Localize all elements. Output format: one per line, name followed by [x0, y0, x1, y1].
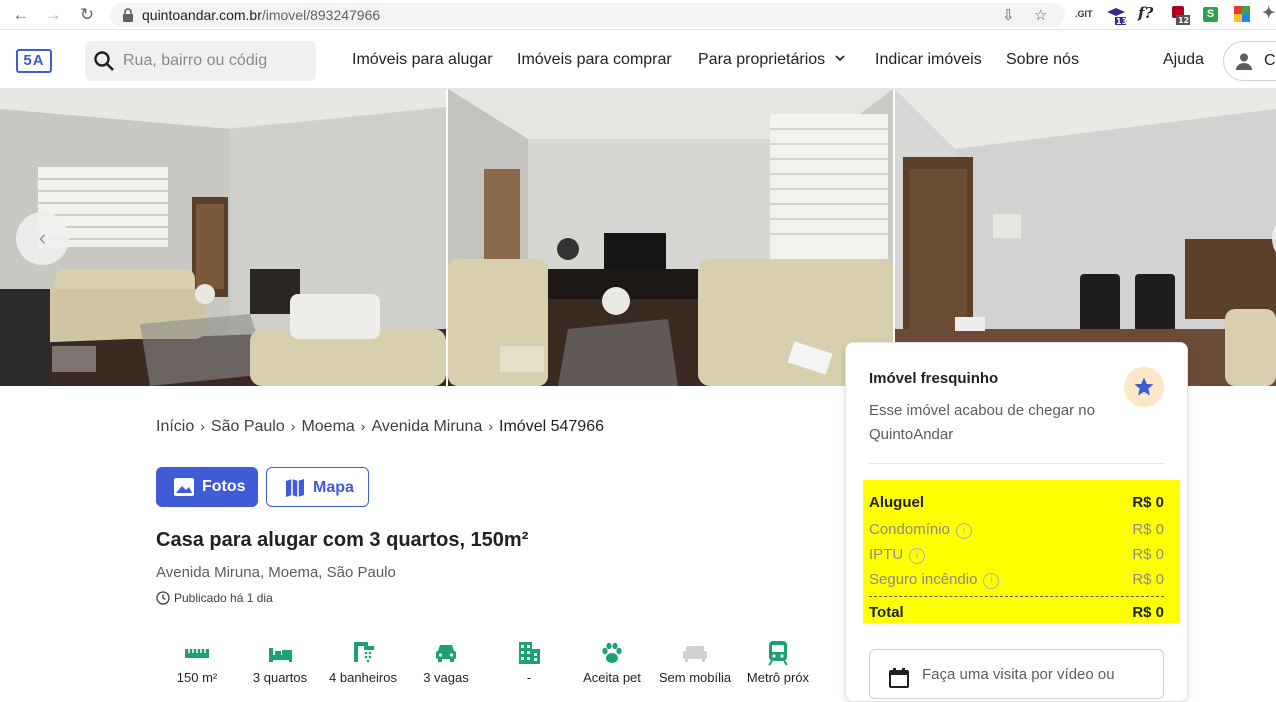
- feature-area: 150 m²: [155, 640, 239, 685]
- breadcrumb-sao-paulo[interactable]: São Paulo: [211, 418, 285, 436]
- git-extension-icon[interactable]: .GIT: [1075, 9, 1093, 19]
- metro-icon: [768, 641, 788, 666]
- feature-vagas: 3 vagas: [404, 640, 488, 685]
- feature-metro: Metrô próx: [736, 640, 820, 685]
- user-icon: [1236, 53, 1252, 70]
- user-menu-button[interactable]: Co: [1223, 41, 1276, 81]
- breadcrumb-imovel: Imóvel 547966: [499, 418, 604, 435]
- chevron-right-icon: ›: [488, 418, 494, 434]
- chevron-down-icon: [835, 55, 845, 62]
- menu-sobre[interactable]: Sobre nós: [1006, 51, 1079, 69]
- building-icon: [519, 642, 540, 664]
- menu-comprar[interactable]: Imóveis para comprar: [517, 51, 672, 69]
- feature-pet: Aceita pet: [570, 640, 654, 685]
- lock-icon: [123, 8, 133, 22]
- menu-alugar[interactable]: Imóveis para alugar: [352, 51, 493, 69]
- menu-ajuda[interactable]: Ajuda: [1163, 51, 1204, 69]
- ruler-icon: [185, 649, 209, 658]
- favorite-button[interactable]: [1124, 367, 1164, 407]
- colorful-extension-icon[interactable]: [1234, 6, 1250, 22]
- chevron-right-icon: ›: [360, 418, 366, 434]
- car-icon: [436, 645, 456, 662]
- published-info: Publicado há 1 dia: [156, 591, 273, 605]
- sofa-icon: [683, 646, 707, 662]
- back-icon[interactable]: ←: [10, 4, 32, 26]
- bed-icon: [269, 648, 292, 662]
- feature-quartos: 3 quartos: [238, 640, 322, 685]
- fotos-button[interactable]: Fotos: [156, 467, 258, 507]
- menu-proprietarios[interactable]: Para proprietários: [698, 51, 846, 69]
- price-breakdown: Aluguel R$ 0 Condomínio i R$ 0 IPTU i R$ 0 Se…: [863, 480, 1180, 623]
- gallery-prev-button[interactable]: ‹: [16, 212, 69, 265]
- quintoandar-logo[interactable]: 5A: [16, 49, 52, 73]
- card-title: Imóvel fresquinho: [869, 370, 999, 387]
- search-icon: [94, 51, 114, 71]
- address-bar[interactable]: quintoandar.com.br/imovel/893247966 ⇩ ☆: [110, 3, 1065, 27]
- search-input[interactable]: [123, 49, 308, 73]
- image-icon: [174, 478, 194, 496]
- info-icon[interactable]: i: [909, 548, 926, 564]
- menu-indicar[interactable]: Indicar imóveis: [875, 51, 982, 69]
- reload-icon[interactable]: ↻: [76, 4, 98, 26]
- breadcrumb-avenida[interactable]: Avenida Miruna: [371, 418, 482, 436]
- breadcrumb-inicio[interactable]: Início: [156, 418, 194, 436]
- clock-icon: [156, 591, 170, 605]
- total-divider: [869, 596, 1164, 597]
- svg-text:13: 13: [1116, 17, 1126, 25]
- features-list: 150 m² 3 quartos 4 banheiros 3 vagas - A…: [156, 640, 836, 685]
- forward-icon[interactable]: →: [42, 4, 64, 26]
- puzzle-extensions-icon[interactable]: ✦: [1262, 3, 1275, 23]
- mapa-button[interactable]: Mapa: [266, 467, 369, 507]
- search-box[interactable]: [85, 41, 316, 81]
- shower-icon: [354, 642, 374, 663]
- install-icon[interactable]: ⇩: [1002, 6, 1015, 24]
- video-visit-button[interactable]: Faça uma visita por vídeo ou: [869, 649, 1164, 699]
- chevron-right-icon: ›: [200, 418, 205, 434]
- record-extension-icon[interactable]: 12: [1170, 5, 1192, 27]
- bookmark-star-icon[interactable]: ☆: [1034, 6, 1047, 24]
- price-card: Imóvel fresquinho Esse imóvel acabou de …: [845, 342, 1188, 702]
- breadcrumb: Início › São Paulo › Moema › Avenida Miruna › Im…: [156, 418, 604, 436]
- feature-andar: -: [487, 640, 571, 685]
- photo-living-room-2[interactable]: [448, 89, 893, 386]
- svg-text:12: 12: [1178, 16, 1189, 25]
- browser-toolbar: ← → ↻ quintoandar.com.br/imovel/89324796…: [0, 0, 1276, 30]
- feature-mobilia: Sem mobília: [653, 640, 737, 685]
- info-icon[interactable]: i: [955, 523, 972, 539]
- calendar-icon: [889, 668, 909, 688]
- map-icon: [286, 479, 304, 497]
- s-extension-icon[interactable]: S: [1203, 7, 1218, 22]
- chevron-right-icon: ›: [290, 418, 296, 434]
- listing-address: Avenida Miruna, Moema, São Paulo: [156, 564, 396, 581]
- site-header: 5A Imóveis para alugar Imóveis para comp…: [0, 30, 1276, 89]
- listing-title: Casa para alugar com 3 quartos, 150m²: [156, 529, 529, 551]
- feature-banheiros: 4 banheiros: [321, 640, 405, 685]
- fx-extension-icon[interactable]: f?: [1138, 4, 1153, 22]
- info-icon[interactable]: i: [983, 573, 1000, 589]
- url-text: quintoandar.com.br/imovel/893247966: [142, 7, 381, 23]
- star-icon: [1134, 377, 1154, 396]
- graduation-extension-icon[interactable]: 13: [1106, 5, 1127, 26]
- breadcrumb-moema[interactable]: Moema: [301, 418, 354, 436]
- card-description: Esse imóvel acabou de chegar no QuintoAn…: [869, 402, 1095, 443]
- card-divider: [869, 463, 1164, 464]
- paw-icon: [602, 642, 622, 663]
